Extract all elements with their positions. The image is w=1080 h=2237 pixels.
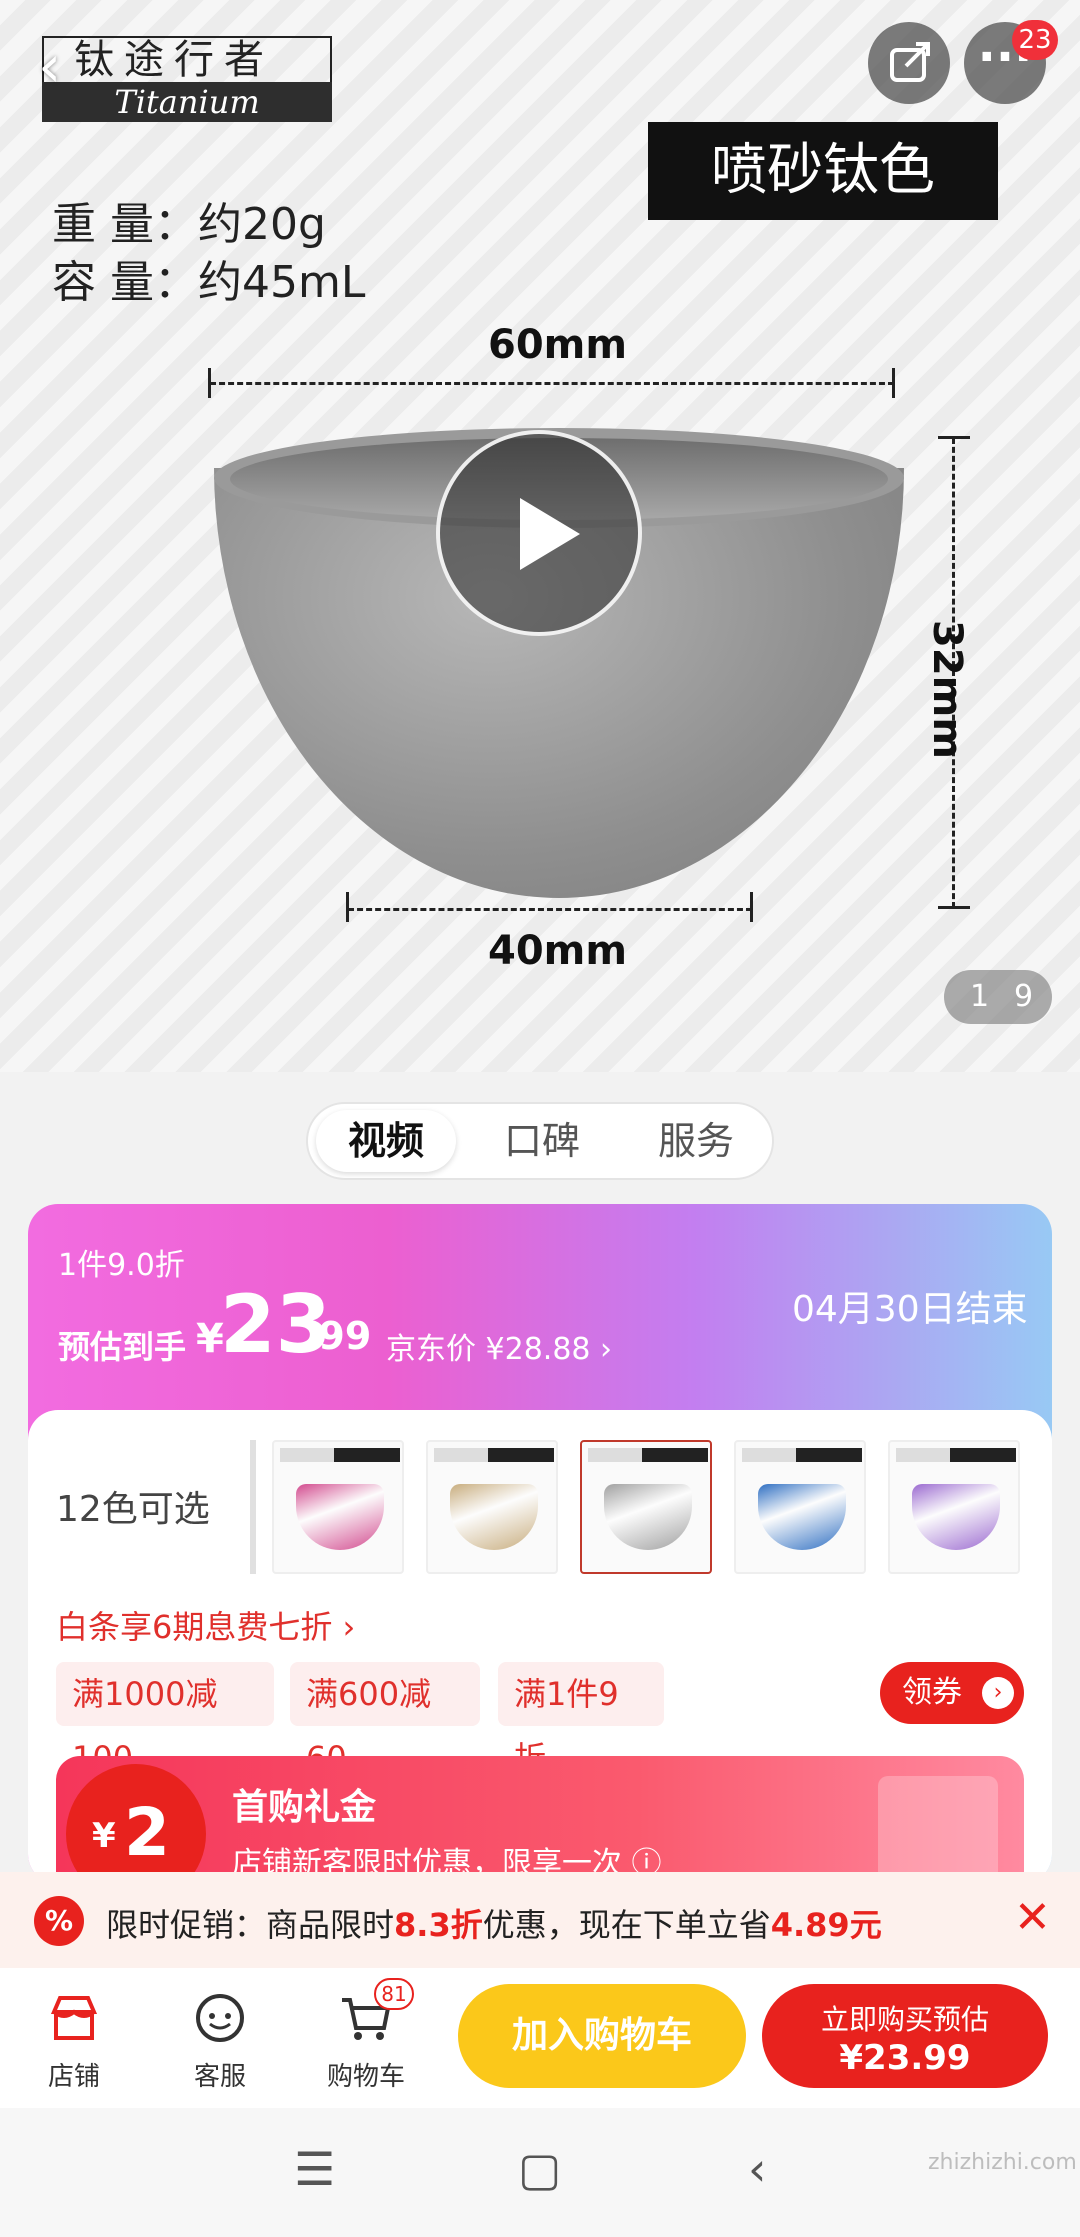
flash-middle: 优惠，现在下单立省 xyxy=(482,1906,771,1944)
thumb-label-strip xyxy=(434,1448,554,1462)
colors-available-label[interactable]: 12色可选 xyxy=(56,1480,210,1532)
gift-title: 首购礼金 xyxy=(232,1787,377,1828)
play-video-button[interactable] xyxy=(436,430,642,636)
gift-currency: ¥ xyxy=(92,1816,116,1856)
media-tabs: 视频 口碑 服务 xyxy=(306,1102,774,1180)
store-label: 店铺 xyxy=(47,2062,100,2092)
discount-label: 1件9.0折 xyxy=(58,1248,185,1283)
flash-prefix: 限时促销：商品限时 xyxy=(106,1906,395,1944)
thumb-label-strip xyxy=(280,1448,400,1462)
cart-count-badge: 81 xyxy=(374,1978,414,2010)
store-button[interactable]: 店铺 xyxy=(14,1978,134,2098)
dimension-tick xyxy=(938,436,970,439)
watermark: zhizhizhi.com xyxy=(928,2150,1077,2175)
pager-current: 1 xyxy=(970,979,990,1014)
spec-weight: 重 量：约20g xyxy=(52,199,326,250)
buy-now-price: ¥23.99 xyxy=(839,2038,971,2078)
dimension-top: 60mm xyxy=(488,322,628,368)
tab-service[interactable]: 服务 xyxy=(626,1110,766,1172)
finish-label: 喷砂钛色 xyxy=(648,122,998,220)
customer-service-button[interactable]: 客服 xyxy=(160,1978,280,2098)
gift-amount: 2 xyxy=(124,1794,170,1871)
product-image[interactable]: 钛途行者 Titanium ‹ ··· 23 喷砂钛色 重 量：约20g 容 量… xyxy=(0,0,1080,1072)
image-pager: 1 9 xyxy=(944,970,1052,1024)
play-icon xyxy=(520,498,580,570)
bottom-action-bar: 店铺 客服 81 购物车 加入购物车 立即购买预估 ¥23.99 xyxy=(0,1968,1080,2108)
color-swatch-thumb[interactable] xyxy=(888,1440,1020,1574)
dimension-line-top xyxy=(210,382,894,385)
tab-video[interactable]: 视频 xyxy=(316,1110,456,1172)
home-icon[interactable]: ▢ xyxy=(518,2142,561,2196)
cart-button[interactable]: 81 购物车 xyxy=(306,1978,426,2098)
cart-label: 购物车 xyxy=(326,2062,405,2092)
back-nav-icon[interactable]: ‹ xyxy=(748,2142,766,2196)
thumbnail-edge xyxy=(250,1440,256,1574)
spec-volume: 容 量：约45mL xyxy=(52,257,366,308)
thumb-label-strip xyxy=(588,1448,708,1462)
coupon-chip[interactable]: 满600减60 xyxy=(290,1662,480,1777)
tab-reviews[interactable]: 口碑 xyxy=(472,1110,612,1172)
gift-box-icon xyxy=(878,1776,998,1884)
thumb-cup-image xyxy=(912,1484,1000,1550)
dimension-line-bottom xyxy=(348,908,752,911)
add-to-cart-button[interactable]: 加入购物车 xyxy=(458,1984,746,2088)
dimension-side: 32mm xyxy=(924,620,970,760)
gift-amount-circle: ¥ 2 xyxy=(66,1764,206,1884)
flash-sale-text: 限时促销：商品限时8.3折优惠，现在下单立省4.89元 xyxy=(106,1900,882,1946)
price-promo-card: 1件9.0折 预估到手 ¥ 23 .99 京东价 ¥28.88 › 04月30日… xyxy=(28,1204,1052,1884)
buy-now-label: 立即购买预估 xyxy=(820,2003,989,2036)
close-icon[interactable]: ✕ xyxy=(1014,1892,1051,1943)
promo-details: 12色可选 白条享6期息费七折 › 满1000减100 满600减60 满1件9… xyxy=(28,1410,1052,1884)
dimension-tick xyxy=(938,906,970,909)
thumb-cup-image xyxy=(296,1484,384,1550)
flash-sale-strip: % 限时促销：商品限时8.3折优惠，现在下单立省4.89元 ✕ xyxy=(0,1872,1080,1968)
store-icon xyxy=(46,1990,102,2046)
flash-saving: 4.89元 xyxy=(770,1906,882,1944)
color-swatch-thumb[interactable] xyxy=(426,1440,558,1574)
color-swatch-thumb[interactable] xyxy=(272,1440,404,1574)
percent-icon: % xyxy=(34,1896,84,1946)
jd-price-link[interactable]: 京东价 ¥28.88 › xyxy=(386,1324,612,1368)
pager-total: 9 xyxy=(1014,979,1034,1014)
thumb-label-strip xyxy=(742,1448,862,1462)
dimension-tick xyxy=(750,892,753,922)
thumb-cup-image xyxy=(450,1484,538,1550)
coupon-chip[interactable]: 满1000减100 xyxy=(56,1662,274,1777)
back-icon[interactable]: ‹ xyxy=(38,26,108,106)
coupon-chip[interactable]: 满1件9折 xyxy=(498,1662,664,1777)
share-button[interactable] xyxy=(868,22,950,104)
dimension-tick xyxy=(892,368,895,398)
first-purchase-gift-banner[interactable]: ¥ 2 首购礼金 店铺新客限时优惠，限享一次 ⓘ xyxy=(56,1756,1024,1884)
estimated-price-label: 预估到手 xyxy=(58,1328,187,1366)
chat-face-icon xyxy=(192,1990,248,2046)
share-icon xyxy=(890,42,930,82)
chevron-right-icon: › xyxy=(982,1677,1014,1709)
installment-offer-link[interactable]: 白条享6期息费七折 › xyxy=(56,1602,355,1648)
dimension-tick xyxy=(346,892,349,922)
thumb-cup-image xyxy=(604,1484,692,1550)
color-swatch-thumb[interactable] xyxy=(580,1440,712,1574)
dimension-bottom: 40mm xyxy=(488,928,628,974)
system-navigation-bar: ☰ ▢ ‹ xyxy=(0,2108,1080,2237)
flash-discount: 8.3折 xyxy=(394,1906,483,1944)
product-page: 钛途行者 Titanium ‹ ··· 23 喷砂钛色 重 量：约20g 容 量… xyxy=(0,0,1080,2237)
promo-end-date: 04月30日结束 xyxy=(792,1289,1028,1330)
service-label: 客服 xyxy=(193,2062,246,2092)
buy-now-button[interactable]: 立即购买预估 ¥23.99 xyxy=(762,1984,1048,2088)
thumb-label-strip xyxy=(896,1448,1016,1462)
menu-icon[interactable]: ☰ xyxy=(294,2142,335,2196)
dimension-tick xyxy=(208,368,211,398)
notification-badge: 23 xyxy=(1012,20,1058,60)
get-coupon-label: 领券 xyxy=(902,1675,962,1710)
color-swatch-thumb[interactable] xyxy=(734,1440,866,1574)
thumb-cup-image xyxy=(758,1484,846,1550)
get-coupon-button[interactable]: 领券 › xyxy=(880,1662,1024,1724)
price-decimal: .99 xyxy=(304,1314,372,1358)
